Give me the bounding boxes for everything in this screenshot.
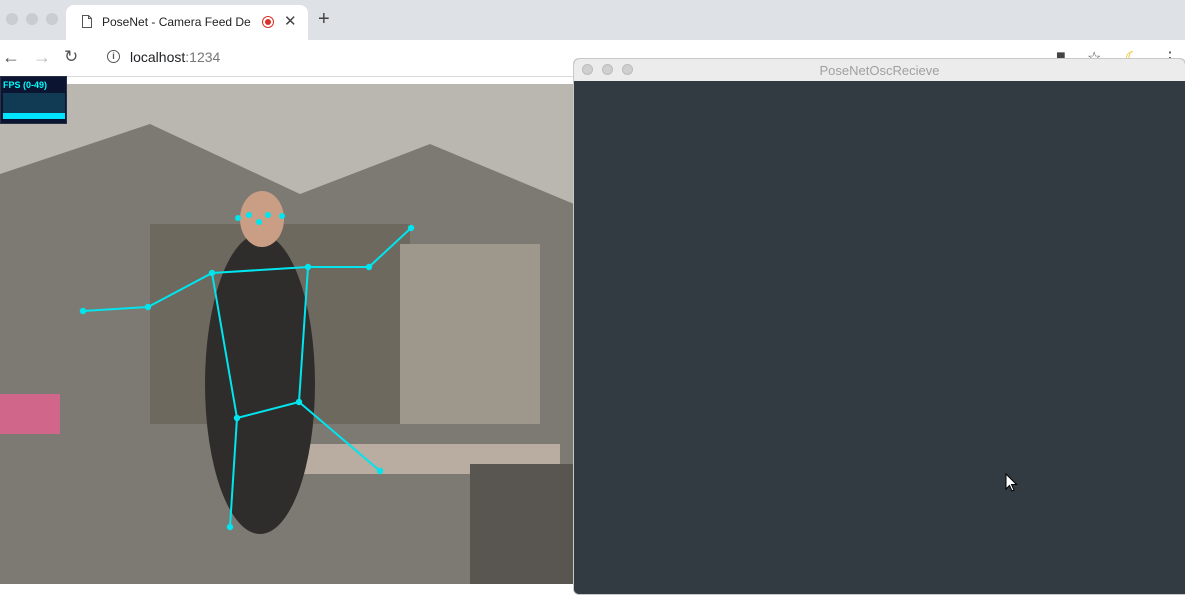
tab-posenet[interactable]: PoseNet - Camera Feed De ✕ [66, 5, 308, 40]
fps-label: FPS (0-49) [3, 80, 48, 90]
new-tab-button[interactable]: + [318, 8, 330, 31]
url-port: :1234 [185, 49, 221, 65]
app-titlebar[interactable]: PoseNetOscRecieve [574, 59, 1185, 82]
back-arrow-icon[interactable]: ← [2, 47, 20, 68]
camera-feed-canvas [0, 84, 574, 584]
page-icon [82, 15, 92, 28]
site-info-icon[interactable]: i [107, 50, 120, 63]
app-canvas [574, 81, 1185, 594]
fps-stats-panel[interactable]: FPS (0-49) [0, 76, 67, 124]
fps-graph [3, 93, 65, 119]
url-host: localhost [130, 49, 186, 65]
tab-title: PoseNet - Camera Feed De [102, 15, 251, 29]
window-minimize-dot[interactable] [26, 13, 38, 25]
browser-tab-strip: PoseNet - Camera Feed De ✕ + [0, 0, 1185, 40]
tab-close-icon[interactable]: ✕ [284, 12, 297, 30]
window-zoom-dot[interactable] [46, 13, 58, 25]
app-window-title: PoseNetOscRecieve [819, 63, 940, 78]
address-bar[interactable]: localhost:1234 [130, 49, 220, 65]
forward-arrow-icon[interactable]: → [33, 47, 51, 68]
recording-indicator-icon [262, 16, 274, 28]
window-close-dot[interactable] [6, 13, 18, 25]
mouse-cursor-icon [1005, 473, 1018, 492]
posenet-osc-window: PoseNetOscRecieve [574, 59, 1185, 594]
pose-skeleton-overlay [0, 84, 574, 584]
reload-icon[interactable]: ↻ [64, 47, 78, 67]
